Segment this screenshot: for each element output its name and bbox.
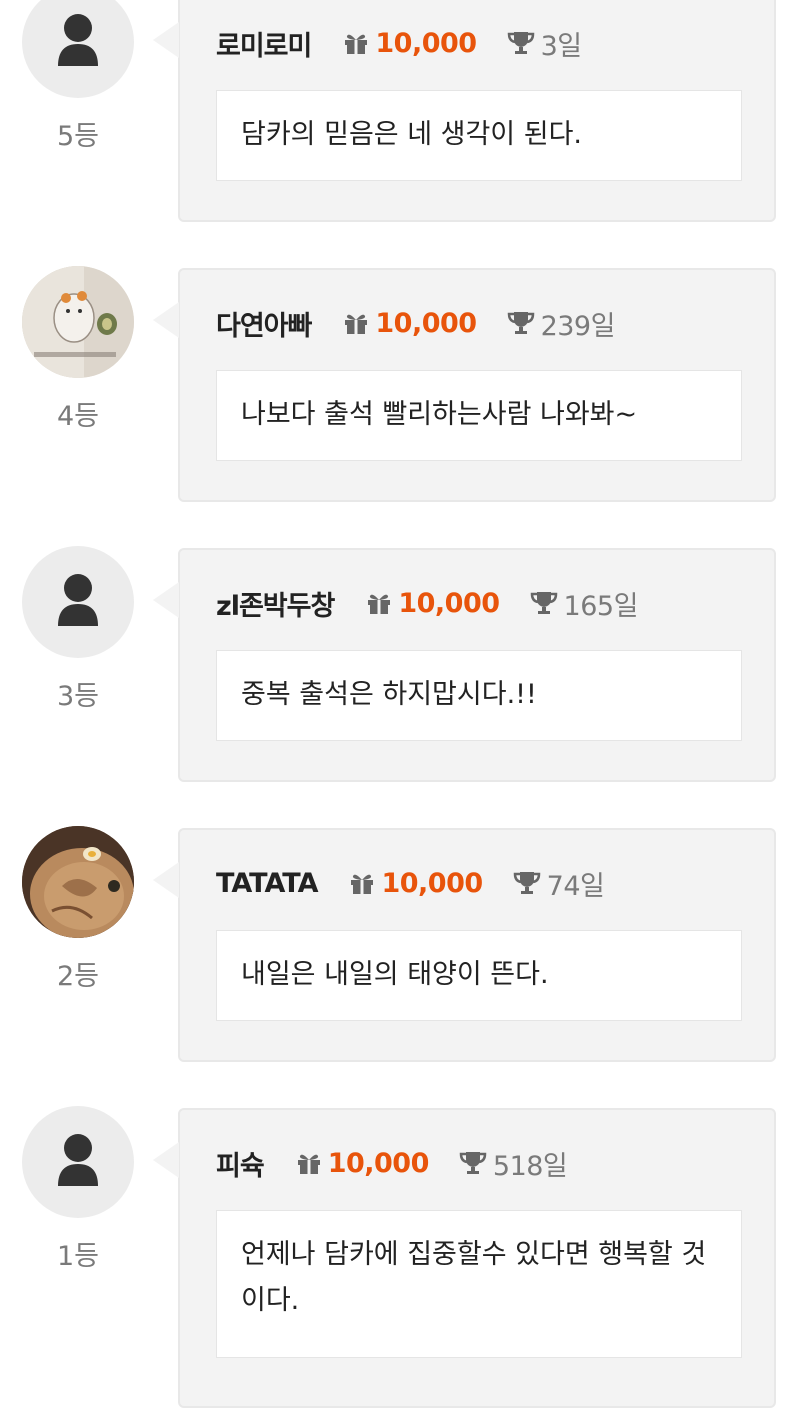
trophy-icon <box>459 1152 487 1174</box>
trophy-icon <box>507 312 534 334</box>
card-pointer <box>153 1142 179 1178</box>
points: 10,000 <box>398 587 500 619</box>
message-text: 언제나 담카에 집중할수 있다면 행복할 것이다. <box>241 1239 707 1316</box>
hamster-photo-icon <box>22 266 134 378</box>
message-box: 중복 출석은 하지맙시다.!! <box>216 650 742 741</box>
points: 10,000 <box>327 1147 430 1179</box>
comment-card: zl존박두창 10,000 165일 중복 출석은 하지맙시다.!! <box>153 548 776 782</box>
user-icon <box>58 14 98 66</box>
gift-icon <box>368 594 391 614</box>
card-pointer <box>153 22 179 58</box>
avatar[interactable] <box>22 826 134 938</box>
message-text: 내일은 내일의 태양이 뜬다. <box>241 959 549 990</box>
comment-card: 다연아빠 10,000 239일 나보다 출석 빨리하는사람 나와봐~ <box>153 268 776 502</box>
list-item: 5등 로미로미 10,000 3일 담카의 믿음은 네 생각이 된다. <box>0 0 800 260</box>
avatar[interactable] <box>22 1106 134 1218</box>
rank-label: 2등 <box>56 961 100 992</box>
attendance-days: 3일 <box>540 30 583 62</box>
attendance-days: 165일 <box>563 590 639 622</box>
message-text: 중복 출석은 하지맙시다.!! <box>241 679 537 710</box>
attendance-days: 239일 <box>540 310 616 342</box>
trophy-icon <box>513 872 540 894</box>
rank-label: 5등 <box>56 121 100 152</box>
list-item: 3등 zl존박두창 10,000 165일 중복 출석은 하지맙시다.!! <box>0 540 800 820</box>
message-box: 나보다 출석 빨리하는사람 나와봐~ <box>216 370 742 461</box>
comment-card: 피슉 10,000 518일 언제나 담카에 집중할수 있다면 행복할 것이다. <box>153 1108 776 1408</box>
points: 10,000 <box>375 307 477 339</box>
nickname[interactable]: 로미로미 <box>216 24 312 63</box>
points: 10,000 <box>375 27 477 59</box>
user-icon <box>58 574 98 626</box>
avatar[interactable] <box>22 266 134 378</box>
card-pointer <box>153 302 179 338</box>
message-text: 담카의 믿음은 네 생각이 된다. <box>241 119 582 150</box>
list-item: 4등 다연아빠 10,000 239일 나보다 출석 빨리하는사람 나와봐~ <box>0 260 800 540</box>
avatar[interactable] <box>22 546 134 658</box>
attendance-days: 74일 <box>546 870 605 902</box>
rank-label: 1등 <box>56 1241 100 1272</box>
nickname[interactable]: zl존박두창 <box>216 584 335 623</box>
trophy-icon <box>530 592 557 614</box>
avatar[interactable] <box>22 0 134 98</box>
points: 10,000 <box>381 867 483 899</box>
list-item: 1등 피슉 10,000 518일 언제나 담카에 집중할수 있다면 행복할 것… <box>0 1100 800 1408</box>
card-pointer <box>153 582 179 618</box>
comment-card: 로미로미 10,000 3일 담카의 믿음은 네 생각이 된다. <box>153 0 776 222</box>
user-icon <box>58 1134 98 1186</box>
gift-icon <box>297 1154 320 1174</box>
attendance-days: 518일 <box>492 1150 568 1182</box>
card-pointer <box>153 862 179 898</box>
message-box: 담카의 믿음은 네 생각이 된다. <box>216 90 742 181</box>
food-photo-icon <box>22 826 134 938</box>
nickname[interactable]: TATATA <box>216 868 318 899</box>
trophy-icon <box>507 32 534 54</box>
list-item: 2등 TATATA 10,000 74일 내일은 내일의 태양이 뜬다. <box>0 820 800 1100</box>
gift-icon <box>351 874 374 894</box>
nickname[interactable]: 피슉 <box>216 1144 265 1183</box>
nickname[interactable]: 다연아빠 <box>216 304 312 343</box>
rank-label: 4등 <box>56 401 100 432</box>
message-box: 내일은 내일의 태양이 뜬다. <box>216 930 742 1021</box>
message-text: 나보다 출석 빨리하는사람 나와봐~ <box>241 399 638 430</box>
comment-card: TATATA 10,000 74일 내일은 내일의 태양이 뜬다. <box>153 828 776 1062</box>
gift-icon <box>345 34 368 54</box>
gift-icon <box>345 314 368 334</box>
message-box: 언제나 담카에 집중할수 있다면 행복할 것이다. <box>216 1210 742 1358</box>
rank-label: 3등 <box>56 681 100 712</box>
